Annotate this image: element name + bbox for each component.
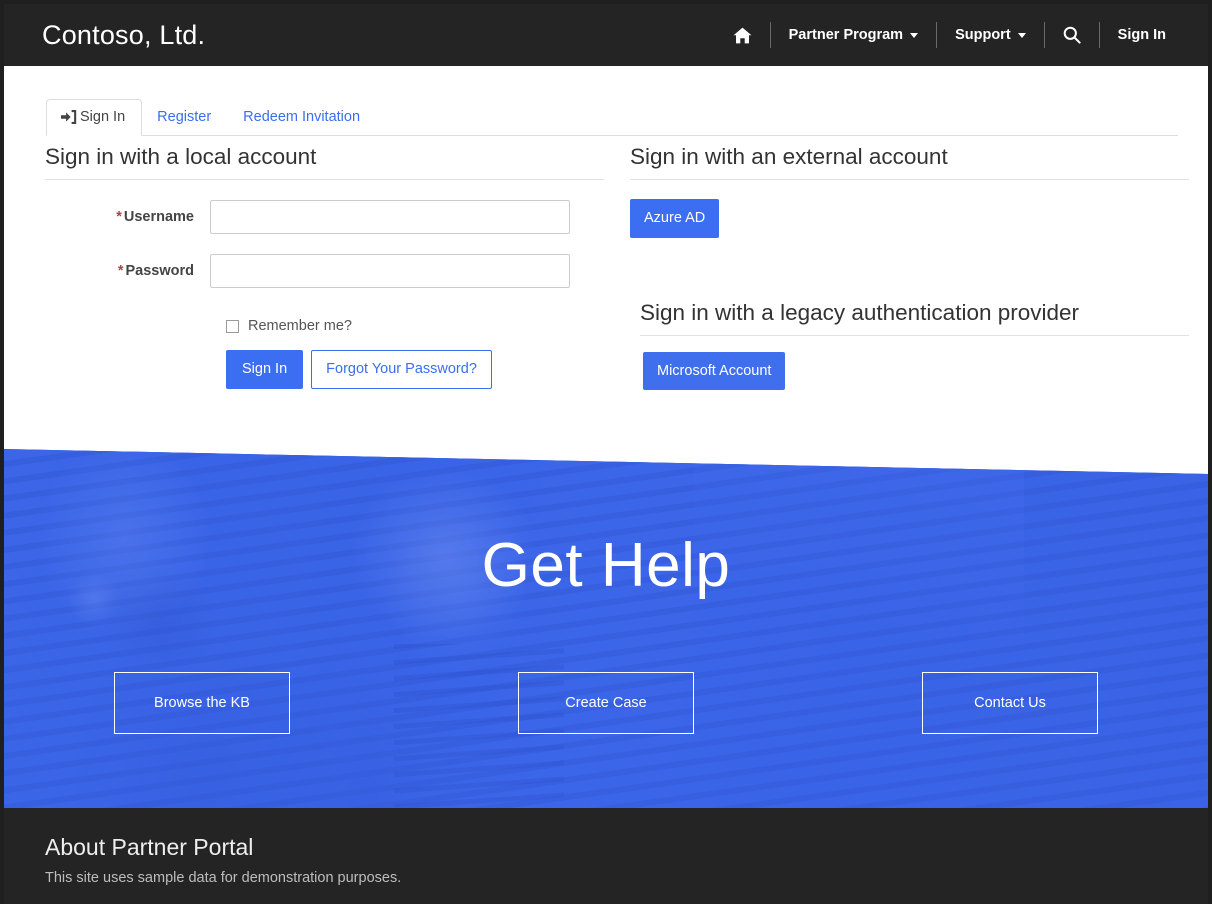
hero-content: Get Help Browse the KB Create Case Conta… bbox=[4, 449, 1208, 812]
local-account-heading: Sign in with a local account bbox=[45, 144, 604, 180]
username-row: * Username bbox=[45, 200, 605, 234]
hero-banner: Get Help Browse the KB Create Case Conta… bbox=[4, 449, 1208, 812]
nav-support-label: Support bbox=[955, 27, 1011, 43]
password-row: * Password bbox=[45, 254, 605, 288]
username-required-marker: * bbox=[116, 209, 122, 225]
auth-tabs: Sign In Register Redeem Invitation bbox=[46, 90, 1178, 136]
legacy-provider-panel: Sign in with a legacy authentication pro… bbox=[640, 300, 1190, 390]
tab-sign-in[interactable]: Sign In bbox=[46, 98, 143, 136]
legacy-provider-button-group: Microsoft Account bbox=[640, 336, 1190, 390]
sign-in-button[interactable]: Sign In bbox=[226, 350, 304, 389]
chevron-down-icon bbox=[1017, 32, 1026, 38]
username-input[interactable] bbox=[210, 200, 570, 234]
nav-search-button[interactable] bbox=[1045, 4, 1099, 66]
home-icon bbox=[733, 27, 752, 44]
password-required-marker: * bbox=[117, 263, 124, 279]
site-header: Contoso, Ltd. Partner Program Support Si… bbox=[4, 4, 1208, 66]
footer-description: This site uses sample data for demonstra… bbox=[45, 870, 402, 887]
chevron-down-icon bbox=[910, 32, 919, 38]
tab-register-label: Register bbox=[157, 108, 212, 125]
sign-in-button-group: Sign In Forgot Your Password? bbox=[226, 350, 605, 389]
hero-button-group: Browse the KB Create Case Contact Us bbox=[114, 672, 1098, 734]
footer-title: About Partner Portal bbox=[45, 834, 254, 860]
legacy-provider-heading: Sign in with a legacy authentication pro… bbox=[640, 300, 1189, 336]
username-label-text: Username bbox=[123, 209, 194, 225]
azure-ad-button[interactable]: Azure AD bbox=[630, 199, 720, 238]
sign-in-icon bbox=[61, 109, 77, 124]
primary-navigation: Partner Program Support Sign In bbox=[715, 4, 1208, 66]
local-account-panel: Sign in with a local account * Username *… bbox=[45, 144, 605, 389]
external-account-heading: Sign in with an external account bbox=[630, 144, 1189, 180]
password-label: * Password bbox=[45, 263, 210, 279]
search-icon bbox=[1063, 26, 1081, 44]
remember-me-checkbox[interactable] bbox=[226, 319, 239, 333]
microsoft-account-button[interactable]: Microsoft Account bbox=[643, 351, 786, 390]
site-footer: About Partner Portal This site uses samp… bbox=[4, 808, 1208, 904]
page-root: Contoso, Ltd. Partner Program Support Si… bbox=[0, 0, 1212, 904]
remember-me-label: Remember me? bbox=[248, 318, 352, 334]
external-account-panel: Sign in with an external account Azure A… bbox=[630, 144, 1190, 390]
forgot-password-button[interactable]: Forgot Your Password? bbox=[311, 350, 492, 389]
nav-partner-program[interactable]: Partner Program bbox=[771, 4, 936, 66]
tab-sign-in-label: Sign In bbox=[80, 108, 126, 125]
create-case-button[interactable]: Create Case bbox=[518, 672, 694, 734]
remember-me-row: Remember me? bbox=[226, 318, 605, 334]
password-label-text: Password bbox=[125, 263, 195, 279]
browse-kb-button[interactable]: Browse the KB bbox=[114, 672, 290, 734]
contact-us-button[interactable]: Contact Us bbox=[922, 672, 1098, 734]
tab-register[interactable]: Register bbox=[142, 99, 228, 137]
tab-redeem-invitation-label: Redeem Invitation bbox=[243, 108, 361, 125]
password-input[interactable] bbox=[210, 254, 570, 288]
main-content: Sign in with a local account * Username *… bbox=[4, 144, 1208, 444]
hero-title: Get Help bbox=[481, 531, 731, 600]
form-actions: Remember me? Sign In Forgot Your Passwor… bbox=[226, 318, 605, 389]
tab-redeem-invitation[interactable]: Redeem Invitation bbox=[228, 99, 377, 137]
username-label: * Username bbox=[45, 209, 210, 225]
nav-partner-program-label: Partner Program bbox=[788, 27, 904, 43]
nav-sign-in-label: Sign In bbox=[1117, 27, 1166, 43]
nav-home-link[interactable] bbox=[715, 4, 770, 66]
nav-support[interactable]: Support bbox=[937, 4, 1044, 66]
nav-sign-in-link[interactable]: Sign In bbox=[1100, 4, 1184, 66]
brand-title[interactable]: Contoso, Ltd. bbox=[42, 20, 205, 51]
